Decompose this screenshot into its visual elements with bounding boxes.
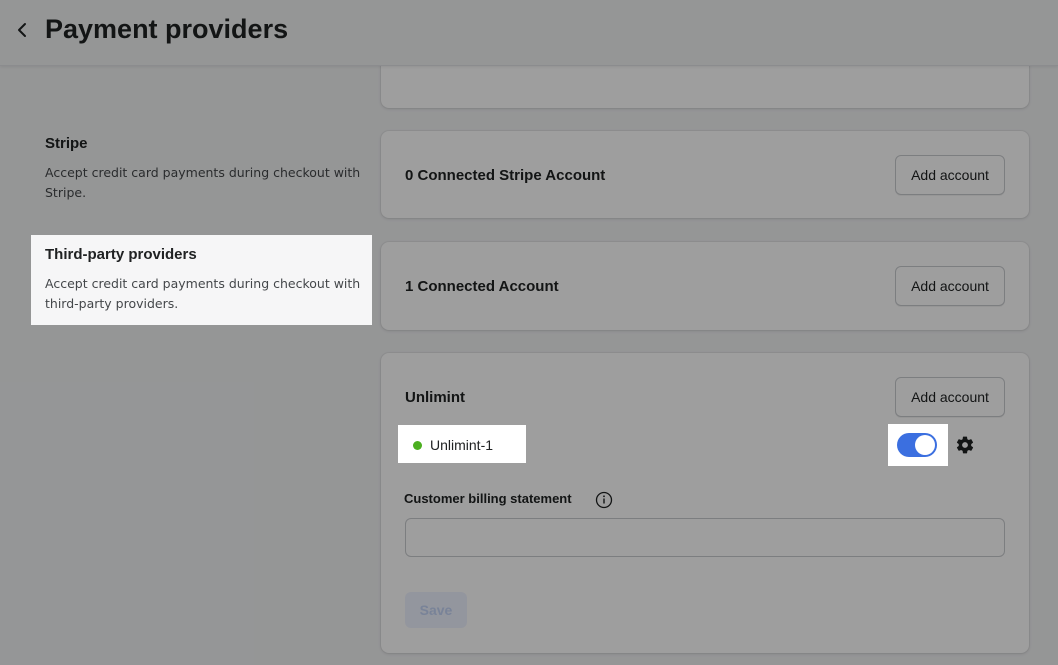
third-party-section-description: Accept credit card payments during check… bbox=[45, 276, 361, 311]
third-party-section-highlight: Third-party providers Accept credit card… bbox=[31, 235, 372, 325]
account-item-highlight: Unlimint-1 bbox=[398, 425, 526, 463]
billing-statement-input[interactable] bbox=[405, 518, 1005, 557]
gear-icon[interactable] bbox=[955, 435, 975, 455]
stripe-add-account-button[interactable]: Add account bbox=[895, 155, 1005, 195]
stripe-card: 0 Connected Stripe Account Add account bbox=[381, 131, 1029, 218]
stripe-connected-heading: 0 Connected Stripe Account bbox=[405, 167, 606, 184]
third-party-section-title: Third-party providers bbox=[45, 246, 197, 263]
third-party-card: 1 Connected Account Add account bbox=[381, 242, 1029, 330]
third-party-add-account-button[interactable]: Add account bbox=[895, 266, 1005, 306]
account-item[interactable]: Unlimint-1 bbox=[413, 437, 493, 453]
toggle-highlight bbox=[888, 424, 948, 466]
info-icon[interactable] bbox=[595, 491, 613, 509]
billing-statement-label: Customer billing statement bbox=[404, 491, 572, 506]
third-party-connected-heading: 1 Connected Account bbox=[405, 278, 559, 295]
unlimint-add-account-button[interactable]: Add account bbox=[895, 377, 1005, 417]
toggle-knob bbox=[915, 435, 935, 455]
account-name: Unlimint-1 bbox=[430, 437, 494, 453]
back-button[interactable] bbox=[10, 16, 34, 44]
stripe-section-description: Accept credit card payments during check… bbox=[45, 165, 361, 200]
stripe-section-title: Stripe bbox=[45, 135, 88, 152]
page-title: Payment providers bbox=[45, 14, 289, 44]
unlimint-heading: Unlimint bbox=[405, 389, 465, 406]
chevron-left-icon bbox=[18, 23, 26, 37]
status-dot bbox=[413, 440, 422, 450]
top-bar: Payment providers bbox=[0, 0, 1058, 66]
save-button[interactable]: Save bbox=[405, 592, 467, 628]
account-enabled-toggle[interactable] bbox=[897, 433, 937, 457]
